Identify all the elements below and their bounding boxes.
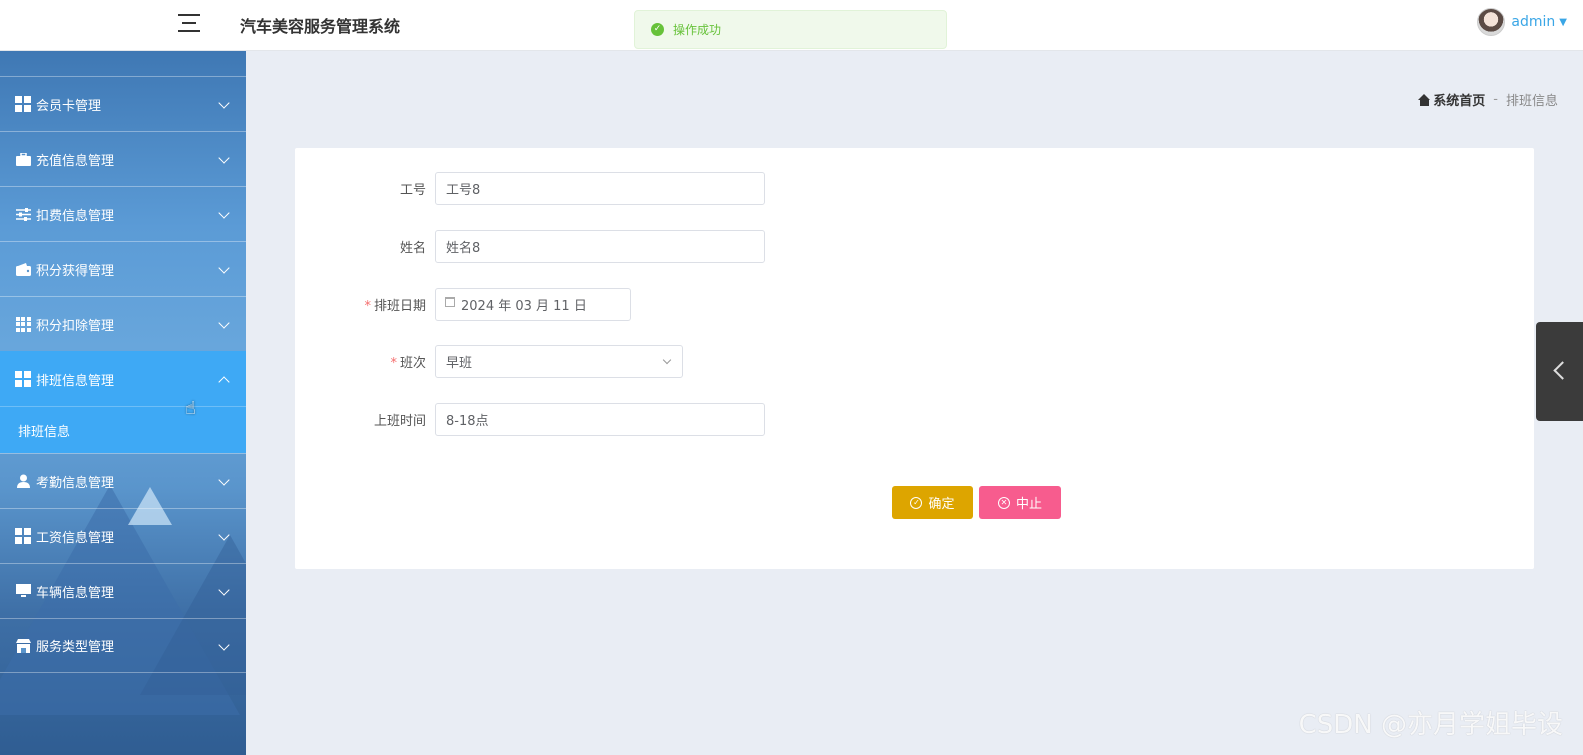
- sidebar-item-vehicle[interactable]: 车辆信息管理: [0, 563, 246, 618]
- briefcase-icon: [15, 151, 31, 167]
- check-circle-icon: ✓: [910, 496, 923, 509]
- sidebar-item-membership-card[interactable]: 会员卡管理: [0, 76, 246, 131]
- side-panel-toggle[interactable]: [1536, 322, 1583, 421]
- sidebar-item-deduction[interactable]: 扣费信息管理: [0, 186, 246, 241]
- user-name[interactable]: admin: [1511, 14, 1555, 30]
- breadcrumb-separator: -: [1493, 92, 1498, 107]
- stop-button-label: 中止: [1015, 497, 1042, 512]
- sidebar-item-label: 考勤信息管理: [36, 475, 115, 491]
- sidebar-item-label: 服务类型管理: [36, 640, 115, 655]
- work-time-field[interactable]: 8-18点: [435, 403, 765, 436]
- sliders-icon: [15, 206, 31, 222]
- user-menu[interactable]: admin ▼: [1477, 8, 1567, 36]
- chevron-down-icon: [218, 262, 230, 274]
- pointer-cursor-icon: ☝: [185, 398, 196, 419]
- chevron-down-icon: [218, 97, 230, 109]
- form-row-schedule-date: * 排班日期 2024 年 03 月 11 日: [295, 288, 631, 321]
- close-circle-icon: ✕: [997, 496, 1010, 509]
- sidebar-item-label: 扣费信息管理: [36, 208, 115, 224]
- confirm-button-label: 确定: [928, 497, 955, 512]
- name-label: 姓名: [399, 241, 426, 256]
- schedule-form: 工号 工号8 姓名 姓名8 * 排班日期 2024 年 03 月 11 日 * 班次…: [295, 148, 1534, 569]
- chevron-down-icon: [218, 207, 230, 219]
- shift-label: * 班次: [390, 356, 426, 371]
- schedule-date-picker[interactable]: 2024 年 03 月 11 日: [435, 288, 631, 321]
- chevron-down-icon: [218, 152, 230, 164]
- shift-select[interactable]: 早班: [435, 345, 683, 378]
- app-title: 汽车美容服务管理系统: [240, 17, 401, 36]
- name-field[interactable]: 姓名8: [435, 230, 765, 263]
- sidebar-item-points-earned[interactable]: 积分获得管理: [0, 241, 246, 296]
- sidebar-item-label: 积分获得管理: [36, 263, 115, 279]
- sidebar-item-attendance[interactable]: 考勤信息管理: [0, 453, 246, 508]
- chevron-down-icon: [218, 584, 230, 596]
- breadcrumb: 系统首页 - 排班信息: [1418, 90, 1558, 109]
- chevron-down-icon: [662, 355, 672, 365]
- sidebar-menu: 会员卡管理 充值信息管理 扣费信息管理 积分获得管理 积分扣除管理 排班信息管理…: [0, 76, 246, 673]
- toast-text: 操作成功: [673, 23, 722, 37]
- user-icon: [15, 473, 31, 489]
- confirm-button[interactable]: ✓ 确定: [892, 486, 973, 519]
- chevron-down-icon: [218, 529, 230, 541]
- watermark: CSDN @亦月学姐毕设: [1298, 710, 1563, 740]
- caret-down-icon[interactable]: ▼: [1559, 17, 1567, 28]
- sidebar-item-label: 充值信息管理: [36, 153, 115, 169]
- sidebar-item-salary[interactable]: 工资信息管理: [0, 508, 246, 563]
- chevron-down-icon: [218, 474, 230, 486]
- sidebar-item-label: 工资信息管理: [36, 530, 115, 546]
- sidebar-item-label: 会员卡管理: [36, 98, 102, 114]
- avatar-icon[interactable]: [1477, 8, 1506, 36]
- grid-nine-icon: [15, 316, 31, 332]
- grid-icon: [15, 371, 31, 387]
- sidebar-item-recharge[interactable]: 充值信息管理: [0, 131, 246, 186]
- form-row-shift: * 班次 早班: [295, 345, 683, 378]
- chevron-down-icon: [218, 317, 230, 329]
- sidebar-item-label: 车辆信息管理: [36, 585, 115, 601]
- breadcrumb-current: 排班信息: [1505, 94, 1558, 109]
- stop-button[interactable]: ✕ 中止: [979, 486, 1061, 519]
- schedule-date-value: 2024 年 03 月 11 日: [461, 299, 587, 314]
- shift-value: 早班: [446, 356, 473, 371]
- calendar-icon: [445, 296, 455, 307]
- employee-no-field[interactable]: 工号8: [435, 172, 765, 205]
- grid-icon: [15, 528, 31, 544]
- form-row-employee-no: 工号 工号8: [295, 172, 765, 205]
- sidebar-item-label: 排班信息管理: [36, 373, 115, 389]
- sidebar-item-points-deducted[interactable]: 积分扣除管理: [0, 296, 246, 351]
- chevron-up-icon: [218, 376, 230, 388]
- check-circle-icon: ✓: [651, 23, 664, 36]
- monitor-icon: [15, 583, 31, 599]
- grid-icon: [15, 96, 31, 112]
- home-icon[interactable]: [1418, 93, 1431, 106]
- required-marker: *: [390, 356, 397, 371]
- form-row-work-time: 上班时间 8-18点: [295, 403, 765, 436]
- required-marker: *: [364, 299, 371, 314]
- work-time-label: 上班时间: [373, 414, 426, 429]
- wallet-icon: [15, 261, 31, 277]
- success-toast: ✓ 操作成功: [634, 10, 947, 49]
- chevron-down-icon: [218, 639, 230, 651]
- hamburger-icon[interactable]: [178, 12, 202, 34]
- schedule-date-label: * 排班日期: [364, 299, 426, 314]
- chevron-left-icon: [1553, 361, 1572, 380]
- sidebar-item-service-type[interactable]: 服务类型管理: [0, 618, 246, 673]
- employee-no-label: 工号: [399, 183, 426, 198]
- sidebar-item-label: 积分扣除管理: [36, 318, 115, 334]
- sidebar: 会员卡管理 充值信息管理 扣费信息管理 积分获得管理 积分扣除管理 排班信息管理…: [0, 51, 246, 755]
- sidebar-item-schedule[interactable]: 排班信息管理: [0, 351, 246, 406]
- form-row-name: 姓名 姓名8: [295, 230, 765, 263]
- sidebar-subitem-schedule-info[interactable]: 排班信息: [0, 406, 246, 453]
- shop-icon: [15, 638, 31, 654]
- breadcrumb-home[interactable]: 系统首页: [1433, 90, 1485, 109]
